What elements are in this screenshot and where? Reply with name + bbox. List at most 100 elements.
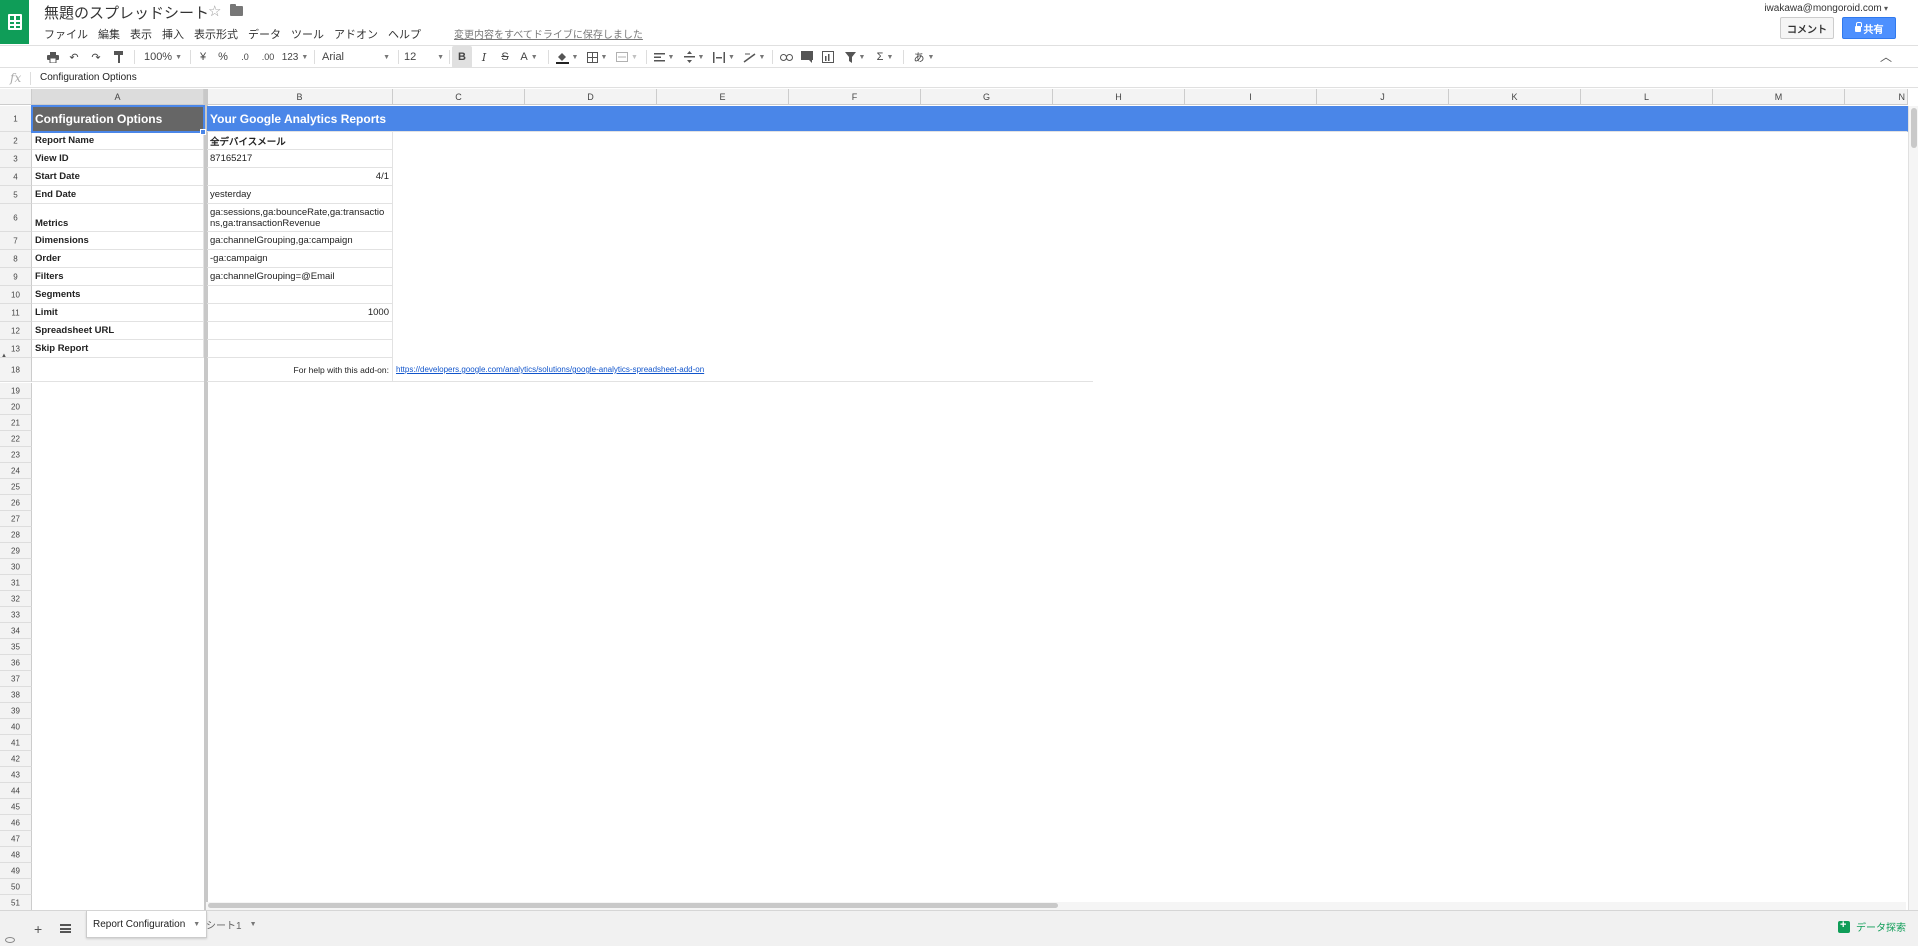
row-header[interactable]: 34 <box>0 623 32 639</box>
document-title[interactable]: 無題のスプレッドシート <box>44 2 209 23</box>
row-header[interactable]: 30 <box>0 559 32 575</box>
functions-button[interactable]: Σ ▼ <box>873 46 897 68</box>
column-header-b[interactable]: B <box>207 89 393 105</box>
horizontal-align-icon[interactable]: ▼ <box>652 46 676 68</box>
row-header[interactable]: 22 <box>0 431 32 447</box>
row-header[interactable]: 32 <box>0 591 32 607</box>
row-header[interactable]: 36 <box>0 655 32 671</box>
menu-help[interactable]: ヘルプ <box>383 26 426 42</box>
user-account[interactable]: iwakawa@mongoroid.com <box>1764 3 1888 14</box>
row-header[interactable]: 6 <box>0 204 32 232</box>
cell-b9[interactable]: ga:channelGrouping=@Email <box>207 268 393 286</box>
row-header[interactable]: 12 <box>0 322 32 340</box>
row-header[interactable]: 41 <box>0 735 32 751</box>
column-header-f[interactable]: F <box>789 89 921 105</box>
help-text-cell[interactable]: For help with this add-on: <box>207 358 393 382</box>
text-wrap-icon[interactable]: ▼ <box>712 46 736 68</box>
cell-a13[interactable]: Skip Report <box>32 340 204 358</box>
help-link[interactable]: https://developers.google.com/analytics/… <box>393 358 1093 382</box>
paint-format-icon[interactable] <box>111 46 127 68</box>
column-header-m[interactable]: M <box>1713 89 1845 105</box>
row-header[interactable]: 37 <box>0 671 32 687</box>
font-size-select[interactable]: 12 ▼ <box>404 46 444 68</box>
menu-file[interactable]: ファイル <box>44 26 93 42</box>
row-header[interactable]: 47 <box>0 831 32 847</box>
menu-insert[interactable]: 挿入 <box>157 26 189 42</box>
bold-button[interactable]: B <box>452 46 472 68</box>
star-icon[interactable]: ☆ <box>208 2 221 20</box>
column-header-i[interactable]: I <box>1185 89 1317 105</box>
explore-button[interactable]: データ探索 <box>1838 919 1906 934</box>
horizontal-scrollbar[interactable] <box>206 902 1906 910</box>
merge-cells-icon[interactable]: ▼ <box>614 46 640 68</box>
formula-input[interactable]: Configuration Options <box>40 72 137 83</box>
percent-format-button[interactable]: % <box>215 46 231 68</box>
cell-b6[interactable]: ga:sessions,ga:bounceRate,ga:transaction… <box>207 204 393 232</box>
column-header-l[interactable]: L <box>1581 89 1713 105</box>
zoom-select[interactable]: 100% ▼ <box>142 46 184 68</box>
save-status[interactable]: 変更内容をすべてドライブに保存しました <box>454 26 643 42</box>
row-header[interactable]: 28 <box>0 527 32 543</box>
menu-addons[interactable]: アドオン <box>329 26 383 42</box>
text-color-button[interactable]: A ▼ <box>518 46 540 68</box>
menu-view[interactable]: 表示 <box>125 26 157 42</box>
column-header-c[interactable]: C <box>393 89 525 105</box>
cell-a8[interactable]: Order <box>32 250 204 268</box>
menu-format[interactable]: 表示形式 <box>189 26 243 42</box>
filter-icon[interactable]: ▼ <box>843 46 867 68</box>
cell-b4[interactable]: 4/1 <box>207 168 393 186</box>
cell-b8[interactable]: -ga:campaign <box>207 250 393 268</box>
row-header[interactable]: 10 <box>0 286 32 304</box>
menu-tools[interactable]: ツール <box>286 26 329 42</box>
insert-chart-icon[interactable] <box>820 46 836 68</box>
comment-button[interactable]: コメント <box>1780 17 1834 39</box>
sheet-list-icon[interactable] <box>60 924 71 933</box>
cell-a18[interactable] <box>32 358 204 382</box>
cell-b2[interactable]: 全デバイスメール <box>207 132 393 150</box>
row-header[interactable]: 39 <box>0 703 32 719</box>
vertical-align-icon[interactable]: ▼ <box>682 46 706 68</box>
row-header[interactable]: 42 <box>0 751 32 767</box>
row-header[interactable]: 45 <box>0 799 32 815</box>
row-header[interactable]: 24 <box>0 463 32 479</box>
folder-icon[interactable] <box>230 4 243 16</box>
cell-a7[interactable]: Dimensions <box>32 232 204 250</box>
cell-a9[interactable]: Filters <box>32 268 204 286</box>
cell-b3[interactable]: 87165217 <box>207 150 393 168</box>
cell-b1[interactable]: Your Google Analytics Reports <box>207 106 1908 132</box>
cell-b7[interactable]: ga:channelGrouping,ga:campaign <box>207 232 393 250</box>
cell-a5[interactable]: End Date <box>32 186 204 204</box>
decrease-decimal-button[interactable]: .0 <box>236 46 254 68</box>
row-header[interactable]: 3 <box>0 150 32 168</box>
add-sheet-icon[interactable]: + <box>34 921 42 937</box>
cell-b11[interactable]: 1000 <box>207 304 393 322</box>
column-header-e[interactable]: E <box>657 89 789 105</box>
row-header[interactable]: 7 <box>0 232 32 250</box>
column-header-a[interactable]: A <box>32 89 204 105</box>
undo-icon[interactable]: ↶ <box>66 46 82 68</box>
chevron-down-icon[interactable]: ▼ <box>250 921 257 928</box>
row-header[interactable]: 29 <box>0 543 32 559</box>
row-header[interactable]: 8 <box>0 250 32 268</box>
collapse-toolbar-icon[interactable]: ︿ <box>1880 48 1892 65</box>
input-tools-button[interactable]: あ ▼ <box>910 46 938 68</box>
cell-a3[interactable]: View ID <box>32 150 204 168</box>
cell-a2[interactable]: Report Name <box>32 132 204 150</box>
select-all-corner[interactable] <box>0 89 32 105</box>
share-button[interactable]: 共有 <box>1842 17 1896 39</box>
menu-data[interactable]: データ <box>243 26 286 42</box>
row-header[interactable]: 46 <box>0 815 32 831</box>
column-header-h[interactable]: H <box>1053 89 1185 105</box>
cell-a12[interactable]: Spreadsheet URL <box>32 322 204 340</box>
print-icon[interactable] <box>45 46 61 68</box>
cell-b12[interactable] <box>207 322 393 340</box>
more-formats-button[interactable]: 123 ▼ <box>281 46 309 68</box>
row-header[interactable]: 25 <box>0 479 32 495</box>
row-header[interactable]: 33 <box>0 607 32 623</box>
row-header[interactable]: 26 <box>0 495 32 511</box>
strikethrough-button[interactable]: S <box>497 46 513 68</box>
column-header-n[interactable]: N <box>1845 89 1908 105</box>
insert-link-icon[interactable] <box>778 46 794 68</box>
cell-b13[interactable] <box>207 340 393 358</box>
column-header-g[interactable]: G <box>921 89 1053 105</box>
